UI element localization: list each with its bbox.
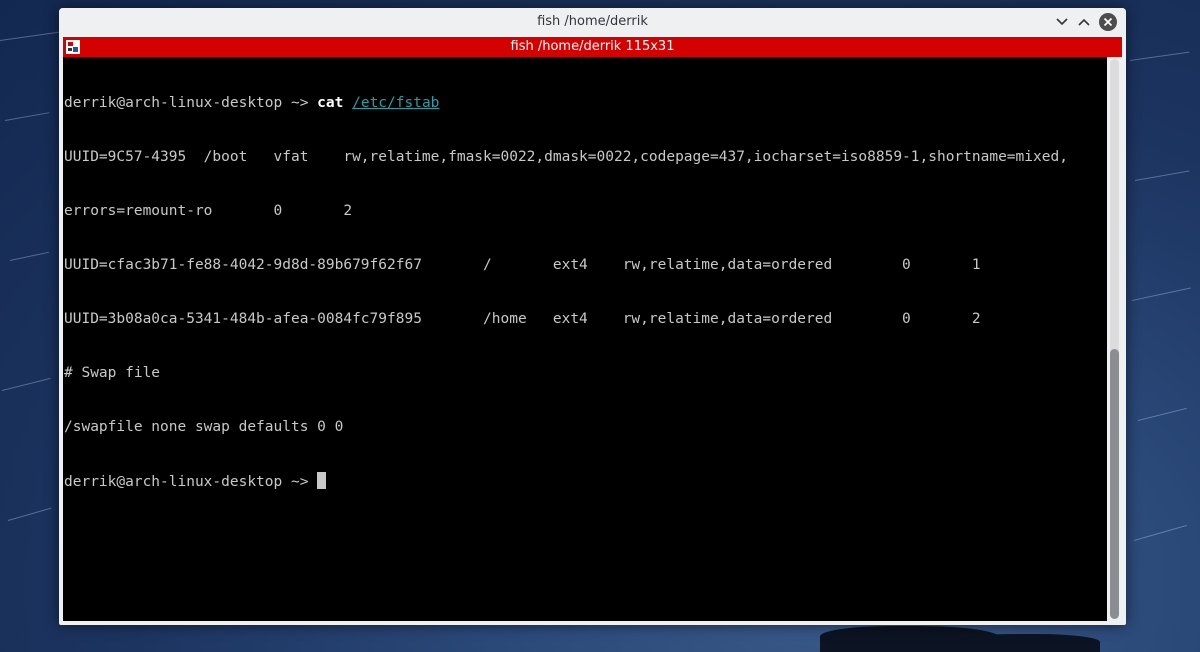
vertical-scrollbar[interactable] xyxy=(1107,57,1122,621)
prompt: derrik@arch-linux-desktop ~> xyxy=(64,95,318,111)
prompt: derrik@arch-linux-desktop ~> xyxy=(64,474,318,490)
output-line: UUID=3b08a0ca-5341-484b-afea-0084fc79f89… xyxy=(64,311,981,327)
terminal-tab[interactable]: fish /home/derrik 115x31 xyxy=(63,37,1122,57)
minimize-button[interactable] xyxy=(1053,13,1071,31)
terminal-output-area[interactable]: derrik@arch-linux-desktop ~> cat /etc/fs… xyxy=(63,57,1107,621)
text-cursor xyxy=(317,472,327,489)
output-line: UUID=9C57-4395 /boot vfat rw,relatime,fm… xyxy=(64,149,1068,165)
title-bar[interactable]: fish /home/derrik xyxy=(59,8,1126,37)
chevron-down-icon xyxy=(1056,18,1068,26)
maximize-button[interactable] xyxy=(1075,13,1093,31)
chevron-up-icon xyxy=(1078,18,1090,26)
output-line: /swapfile none swap defaults 0 0 xyxy=(64,419,344,435)
window-title: fish /home/derrik xyxy=(537,14,648,29)
command-line: derrik@arch-linux-desktop ~> cat /etc/fs… xyxy=(64,94,1068,112)
command: cat xyxy=(317,95,344,111)
output-line: UUID=cfac3b71-fe88-4042-9d8d-89b679f62f6… xyxy=(64,257,981,273)
close-button[interactable] xyxy=(1099,13,1117,31)
tab-label: fish /home/derrik 115x31 xyxy=(510,39,675,54)
output-line: # Swap file xyxy=(64,365,161,381)
fstab-path-link[interactable]: /etc/fstab xyxy=(352,95,439,111)
output-line: errors=remount-ro 0 2 xyxy=(64,203,353,219)
close-icon xyxy=(1103,17,1113,27)
current-prompt-line[interactable]: derrik@arch-linux-desktop ~> xyxy=(64,472,1068,490)
scrollbar-thumb[interactable] xyxy=(1110,349,1119,619)
terminal-window: fish /home/derrik fish /home/derrik 115x… xyxy=(59,8,1126,625)
